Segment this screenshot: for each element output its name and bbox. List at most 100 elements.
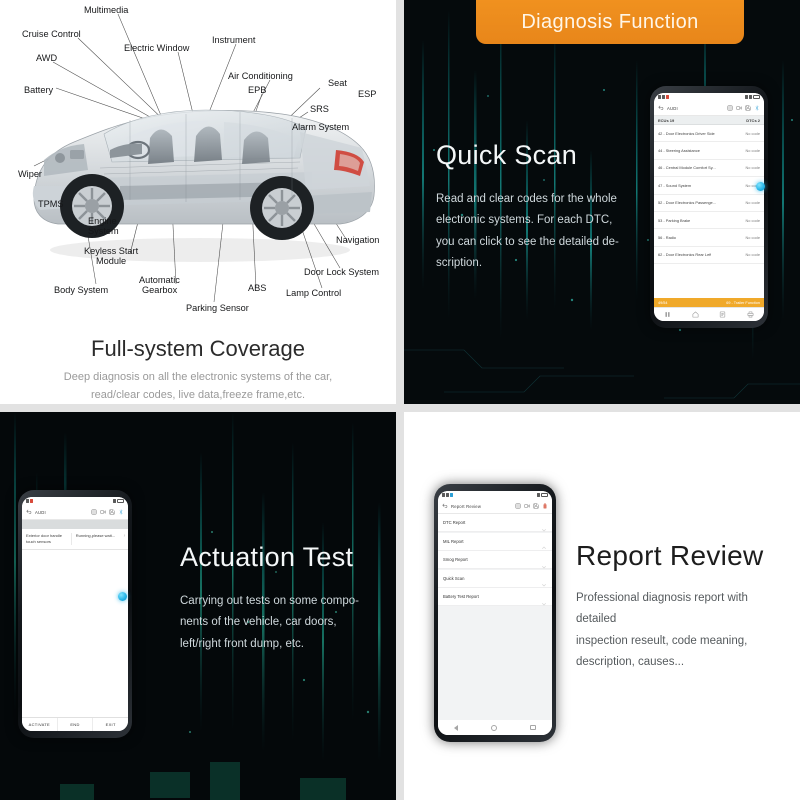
chevron-up-icon[interactable]	[541, 538, 547, 549]
panel-quick-scan: Diagnosis Function Quick Scan Read and c…	[404, 0, 800, 404]
row-name: 62 - Door Electronics Rear Left	[658, 252, 712, 258]
signal-icon	[658, 95, 661, 99]
diagram-label: ABS	[248, 283, 266, 293]
phone-actuation-test: AUDI Exterior door handle touch sensors …	[18, 490, 132, 738]
row-name: 52 - Door Electronics Passenge...	[658, 200, 716, 206]
clock-icon	[113, 499, 116, 503]
save-icon[interactable]	[745, 105, 751, 111]
list-item[interactable]: Smog Report	[438, 551, 552, 568]
bluetooth-icon[interactable]	[118, 509, 124, 515]
report-name: Quick Scan	[443, 575, 465, 581]
android-home-icon[interactable]	[491, 724, 498, 731]
quick-scan-desc-line4: scription.	[436, 256, 483, 269]
appbar-title: AUDI	[35, 509, 46, 515]
table-row[interactable]: 52 - Door Electronics Passenge... No cod…	[654, 195, 764, 212]
phone-screen-report: Report Review DTC Report MIL Report Smog…	[438, 491, 552, 735]
diagram-label: Engine	[88, 216, 117, 226]
panel-actuation-test: AUDI Exterior door handle touch sensors …	[0, 412, 396, 800]
record-icon[interactable]	[100, 509, 106, 515]
diagram-label: ESP	[358, 89, 376, 99]
row-value: No code	[745, 217, 761, 223]
android-back-icon[interactable]	[454, 724, 459, 731]
back-icon[interactable]	[442, 503, 448, 509]
table-row[interactable]: 53 - Parking Brake No code	[654, 212, 764, 230]
screenshot-icon[interactable]	[91, 509, 97, 515]
table-row[interactable]: 62 - Door Electronics Rear Left No code	[654, 247, 764, 265]
row-value: No code	[745, 148, 761, 154]
record-icon[interactable]	[524, 503, 530, 509]
bluetooth-icon[interactable]	[754, 105, 760, 111]
table-row[interactable]: 46 - Central Module Comfort Sy... No cod…	[654, 160, 764, 178]
progress-count: 49/54	[658, 300, 668, 305]
home-icon[interactable]	[692, 311, 699, 318]
chevron-down-icon[interactable]	[541, 557, 547, 568]
scan-progress-bar: 49/54 69 - Trailer Function	[654, 298, 764, 307]
diagram-label: TPMS	[38, 199, 64, 209]
print-icon[interactable]	[747, 311, 754, 318]
row-name: 53 - Parking Brake	[658, 217, 691, 223]
diagram-label: Lamp Control	[286, 288, 341, 298]
table-row[interactable]: 47 - Sound System No code	[654, 177, 764, 195]
touch-indicator-dot	[756, 182, 765, 191]
actuation-desc-line3: left/right front dump, etc.	[180, 637, 305, 650]
save-icon[interactable]	[533, 503, 539, 509]
report-name: DTC Report	[443, 520, 466, 525]
exit-button[interactable]: EXIT	[92, 718, 128, 731]
chevron-down-icon[interactable]	[541, 594, 547, 605]
screenshot-icon[interactable]	[727, 105, 733, 111]
row-value: No code	[745, 130, 761, 136]
actuation-desc-line2: nents of the vehicle, car doors,	[180, 616, 337, 629]
ecu-count: ECUs 19	[658, 117, 675, 123]
record-icon[interactable]	[736, 105, 742, 111]
screenshot-icon[interactable]	[515, 503, 521, 509]
full-system-desc-line1: Deep diagnosis on all the electronic sys…	[63, 371, 333, 383]
report-list[interactable]: DTC Report MIL Report Smog Report Quick …	[438, 514, 552, 720]
battery-icon[interactable]	[542, 503, 548, 509]
list-item[interactable]: Battery Test Report	[438, 588, 552, 605]
report-icon[interactable]	[719, 311, 726, 318]
back-icon[interactable]	[658, 105, 664, 111]
banner-label: Diagnosis Function	[521, 10, 699, 33]
full-system-caption: Full-system Coverage Deep diagnosis on a…	[0, 336, 396, 404]
battery-icon	[541, 493, 548, 497]
table-row[interactable]: 42 - Door Electronics Driver Side No cod…	[654, 125, 764, 143]
scan-result-list[interactable]: 42 - Door Electronics Driver Side No cod…	[654, 125, 764, 298]
chevron-down-icon[interactable]	[541, 520, 547, 531]
end-button[interactable]: END	[56, 718, 93, 731]
android-recents-icon[interactable]	[530, 724, 536, 731]
diagram-label: Automatic	[139, 275, 180, 285]
signal-icon	[26, 499, 29, 503]
list-item[interactable]: Quick Scan	[438, 569, 552, 587]
actuation-test-row[interactable]: Exterior door handle touch sensors Runni…	[22, 529, 128, 550]
phone-report-review: Report Review DTC Report MIL Report Smog…	[434, 484, 556, 742]
quick-scan-desc-line1: Read and clear codes for the whole	[436, 193, 617, 205]
status-bar	[438, 491, 552, 499]
progress-current-system: 69 - Trailer Function	[726, 300, 760, 305]
actuation-button-bar: ACTIVATE END EXIT	[22, 717, 128, 731]
row-value: No code	[745, 200, 761, 206]
diagram-label: Cruise Control	[22, 29, 81, 39]
chevron-right-icon[interactable]: ›	[121, 533, 128, 545]
row-value: No code	[745, 165, 761, 171]
pause-icon[interactable]	[664, 311, 671, 318]
activate-button[interactable]: ACTIVATE	[22, 718, 57, 731]
report-name: Smog Report	[443, 557, 468, 562]
panel-report-review: Report Review DTC Report MIL Report Smog…	[404, 412, 800, 800]
list-item[interactable]: MIL Report	[438, 532, 552, 550]
clock-icon	[537, 493, 540, 497]
table-row[interactable]: 56 - Radio No code	[654, 229, 764, 247]
list-item[interactable]: DTC Report	[438, 514, 552, 531]
table-row[interactable]: 44 - Steering Assistance No code	[654, 142, 764, 160]
phone-bottom-navbar	[654, 307, 764, 321]
save-icon[interactable]	[109, 509, 115, 515]
diagram-label: Electric Window	[124, 43, 190, 53]
diagram-label: Instrument	[212, 35, 256, 45]
chevron-down-icon[interactable]	[541, 575, 547, 587]
status-bar-left-icons	[442, 493, 453, 497]
status-bar-right-icons	[113, 499, 124, 503]
touch-indicator-dot	[118, 592, 127, 601]
phone-appbar-quick-scan: AUDI	[654, 101, 764, 116]
back-icon[interactable]	[26, 509, 32, 515]
row-name: 44 - Steering Assistance	[658, 148, 700, 154]
page-title-quick-scan: Quick Scan	[436, 140, 578, 170]
